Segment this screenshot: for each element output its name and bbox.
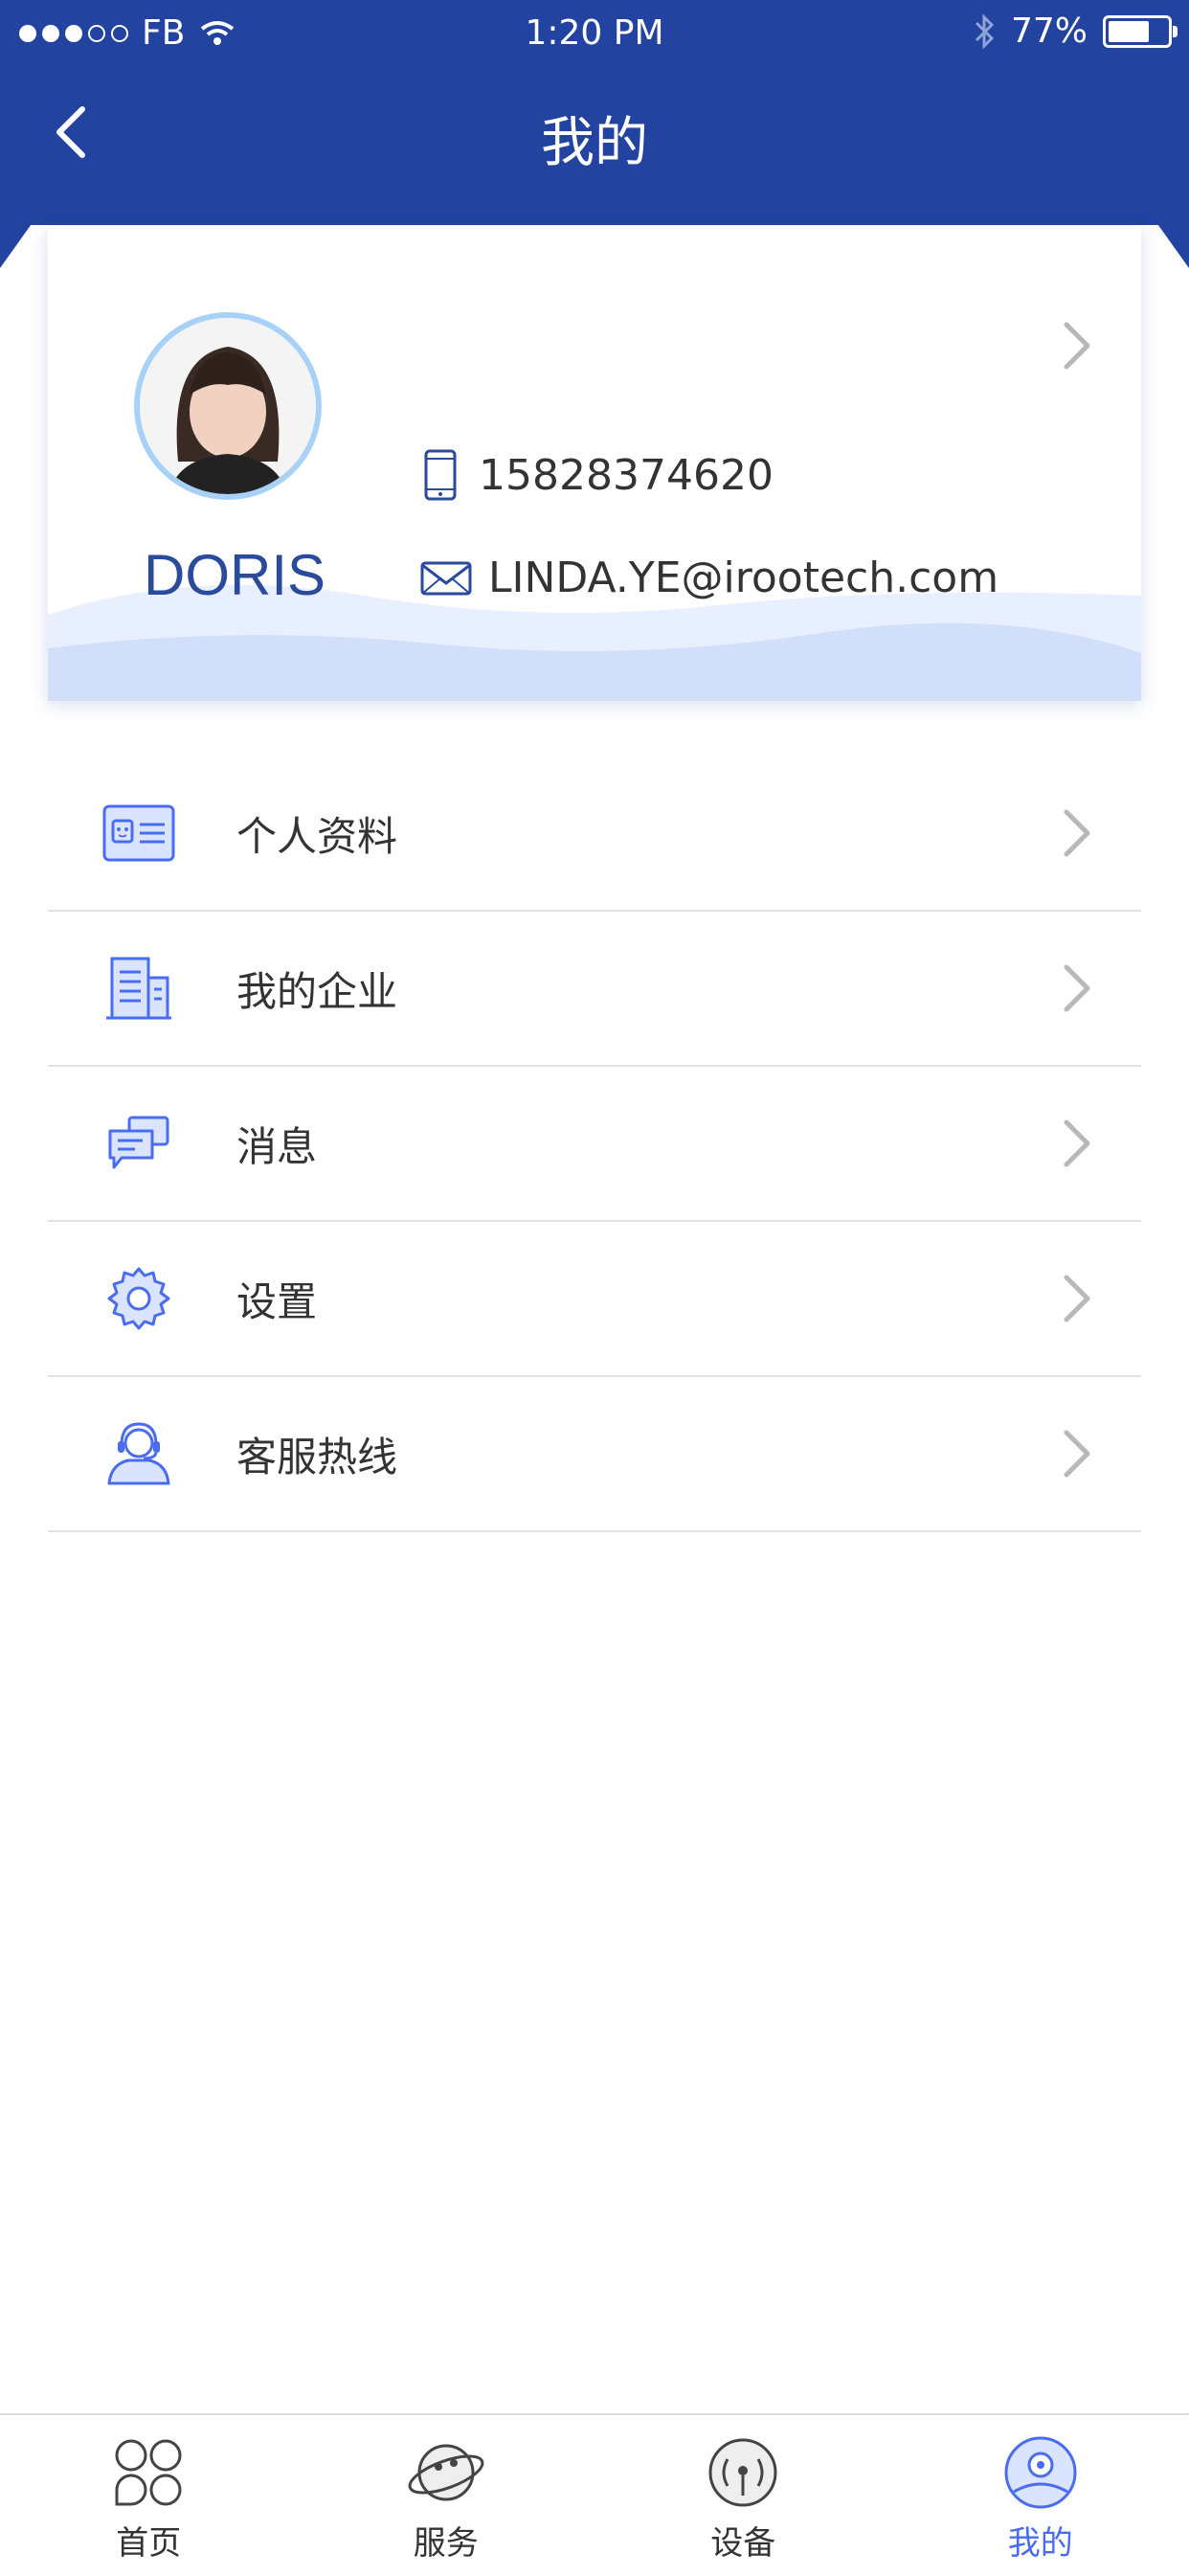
headset-icon [101,1415,177,1492]
menu-item-settings[interactable]: 设置 [48,1222,1141,1377]
menu-item-messages[interactable]: 消息 [48,1067,1141,1222]
bluetooth-icon [973,13,996,50]
tab-mine[interactable]: 我的 [892,2415,1189,2576]
header-corner-right [1141,201,1189,268]
menu-item-label: 消息 [236,1115,317,1173]
chevron-right-icon [1057,1270,1095,1327]
tab-devices[interactable]: 设备 [594,2415,892,2576]
chevron-right-icon [1057,1425,1095,1482]
gear-icon [101,1260,177,1337]
menu-item-profile[interactable]: 个人资料 [48,757,1141,912]
profile-card[interactable]: DORIS 15828374620 LINDA.YE@irootech.com [48,226,1141,701]
email-address: LINDA.YE@irootech.com [488,554,998,602]
phone-icon [423,448,458,502]
avatar[interactable] [134,312,322,500]
phone-row: 15828374620 [423,448,774,502]
menu-item-label: 个人资料 [236,804,397,863]
header-corner-left [0,201,48,268]
id-card-icon [101,795,177,871]
page-title: 我的 [0,100,1189,177]
chevron-right-icon [1057,1115,1095,1172]
tab-services[interactable]: 服务 [298,2415,595,2576]
building-icon [101,950,177,1027]
profile-icon [1000,2432,1081,2513]
tab-label: 首页 [116,2517,181,2564]
menu-item-enterprise[interactable]: 我的企业 [48,912,1141,1067]
signal-icon [703,2432,783,2513]
battery-icon [1103,15,1172,48]
chevron-right-icon [1057,804,1095,862]
tab-label: 服务 [414,2517,479,2564]
menu-list: 个人资料 我的企业 [48,757,1141,1532]
tab-bar: 首页 服务 设备 我的 [0,2413,1189,2576]
tab-home[interactable]: 首页 [0,2415,298,2576]
tab-label: 我的 [1008,2517,1073,2564]
menu-item-hotline[interactable]: 客服热线 [48,1377,1141,1532]
phone-number: 15828374620 [479,451,774,500]
status-bar: FB 1:20 PM 77% [0,0,1189,67]
status-right: 77% [973,11,1172,51]
username: DORIS [105,542,364,608]
profile-chevron-right-icon[interactable] [1057,317,1095,374]
email-row: LINDA.YE@irootech.com [419,554,998,602]
tab-label: 设备 [710,2517,775,2564]
home-grid-icon [108,2432,189,2513]
menu-item-label: 设置 [236,1270,317,1328]
mail-icon [419,560,473,597]
battery-percent: 77% [1011,11,1088,51]
chevron-right-icon [1057,960,1095,1017]
planet-icon [406,2432,486,2513]
menu-item-label: 客服热线 [236,1425,397,1483]
message-icon [101,1105,177,1182]
menu-item-label: 我的企业 [236,960,397,1018]
